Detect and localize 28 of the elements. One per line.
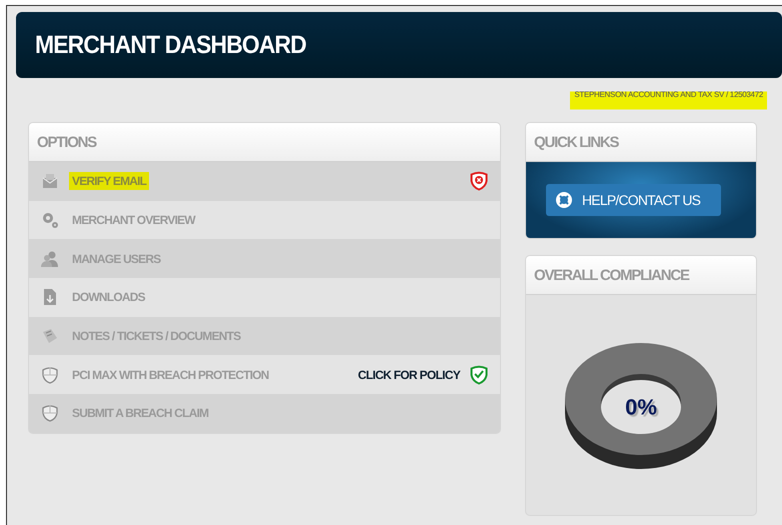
notes-icon	[41, 327, 59, 346]
option-label[interactable]: MANAGE USERS	[69, 250, 164, 268]
shield-icon	[41, 366, 59, 384]
account-name: STEPHENSON ACCOUNTING AND TAX SV / 12503472	[570, 88, 767, 112]
option-label[interactable]: VERIFY EMAIL	[69, 172, 150, 190]
panel-title: QUICK LINKS	[534, 134, 618, 150]
panel-title: OVERALL COMPLIANCE	[534, 266, 689, 284]
envelope-icon	[41, 172, 59, 190]
option-label[interactable]: PCI MAX WITH BREACH PROTECTION	[69, 366, 272, 384]
option-row[interactable]: VERIFY EMAIL	[29, 162, 500, 201]
help-button[interactable]: HELP/CONTACT US	[546, 184, 721, 216]
option-label[interactable]: MERCHANT OVERVIEW	[69, 211, 198, 230]
lifebuoy-icon	[556, 192, 572, 208]
policy-link[interactable]: CLICK FOR POLICY	[358, 368, 460, 382]
shield-icon	[41, 404, 59, 422]
gears-icon	[41, 211, 59, 230]
option-row[interactable]: NOTES / TICKETS / DOCUMENTS	[29, 316, 500, 356]
compliance-percent: 0%	[625, 394, 657, 421]
option-label[interactable]: NOTES / TICKETS / DOCUMENTS	[69, 327, 244, 346]
option-label[interactable]: DOWNLOADS	[69, 288, 148, 306]
users-icon	[41, 250, 59, 268]
page-title: MERCHANT DASHBOARD	[35, 30, 306, 60]
option-row[interactable]: SUBMIT A BREACH CLAIM	[29, 394, 500, 433]
option-row[interactable]: MANAGE USERS	[29, 239, 500, 278]
option-row[interactable]: MERCHANT OVERVIEW	[29, 200, 500, 240]
download-file-icon	[41, 288, 59, 306]
panel-title: OPTIONS	[37, 134, 96, 150]
option-label[interactable]: SUBMIT A BREACH CLAIM	[69, 404, 212, 422]
